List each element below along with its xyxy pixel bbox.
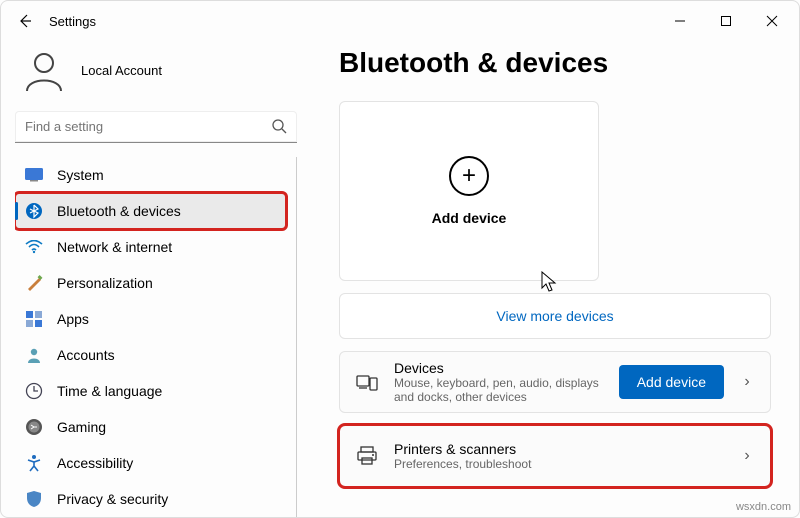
search-input[interactable]: [15, 111, 297, 143]
sidebar-item-apps[interactable]: Apps: [15, 301, 286, 337]
sidebar-item-accessibility[interactable]: Accessibility: [15, 445, 286, 481]
shield-icon: [25, 490, 43, 508]
back-button[interactable]: [5, 1, 45, 41]
printers-title: Printers & scanners: [394, 441, 724, 457]
system-icon: [25, 166, 43, 184]
search-icon: [271, 118, 287, 134]
avatar-icon: [21, 47, 67, 93]
search-box[interactable]: [15, 111, 297, 143]
view-more-devices-button[interactable]: View more devices: [339, 293, 771, 339]
maximize-icon: [720, 15, 732, 27]
close-icon: [766, 15, 778, 27]
sidebar-item-network[interactable]: Network & internet: [15, 229, 286, 265]
sidebar-item-label: Apps: [57, 311, 89, 327]
sidebar-item-accounts[interactable]: Accounts: [15, 337, 286, 373]
sidebar-item-label: Bluetooth & devices: [57, 203, 181, 219]
devices-icon: [356, 371, 378, 393]
sidebar-item-label: Gaming: [57, 419, 106, 435]
sidebar-item-label: Time & language: [57, 383, 162, 399]
devices-text: Devices Mouse, keyboard, pen, audio, dis…: [394, 360, 603, 404]
person-icon: [25, 346, 43, 364]
printers-text: Printers & scanners Preferences, trouble…: [394, 441, 724, 471]
printers-subtitle: Preferences, troubleshoot: [394, 457, 724, 471]
sidebar-item-label: Personalization: [57, 275, 153, 291]
sidebar: Local Account System Bluetooth & devices…: [1, 41, 311, 517]
titlebar: Settings: [1, 1, 799, 41]
bluetooth-icon: [25, 202, 43, 220]
minimize-icon: [674, 15, 686, 27]
clock-globe-icon: [25, 382, 43, 400]
window-controls: [657, 1, 795, 41]
wifi-icon: [25, 238, 43, 256]
main-panel: Bluetooth & devices + Add device View mo…: [311, 41, 799, 517]
sidebar-item-gaming[interactable]: Gaming: [15, 409, 286, 445]
brush-icon: [25, 274, 43, 292]
sidebar-item-label: Accounts: [57, 347, 115, 363]
apps-icon: [25, 310, 43, 328]
devices-title: Devices: [394, 360, 603, 376]
printers-scanners-row[interactable]: Printers & scanners Preferences, trouble…: [339, 425, 771, 487]
chevron-right-icon: ›: [740, 447, 754, 465]
sidebar-item-label: Network & internet: [57, 239, 172, 255]
close-button[interactable]: [749, 1, 795, 41]
maximize-button[interactable]: [703, 1, 749, 41]
add-device-button[interactable]: Add device: [619, 365, 724, 399]
sidebar-item-label: System: [57, 167, 104, 183]
accessibility-icon: [25, 454, 43, 472]
window-title: Settings: [49, 14, 96, 29]
account-name: Local Account: [81, 63, 162, 78]
devices-row[interactable]: Devices Mouse, keyboard, pen, audio, dis…: [339, 351, 771, 413]
nav-list: System Bluetooth & devices Network & int…: [15, 157, 297, 517]
account-block[interactable]: Local Account: [15, 41, 297, 111]
sidebar-item-time-language[interactable]: Time & language: [15, 373, 286, 409]
arrow-left-icon: [17, 13, 33, 29]
devices-subtitle: Mouse, keyboard, pen, audio, displays an…: [394, 376, 603, 404]
sidebar-item-privacy-security[interactable]: Privacy & security: [15, 481, 286, 517]
chevron-right-icon: ›: [740, 373, 754, 391]
sidebar-item-label: Privacy & security: [57, 491, 168, 507]
page-title: Bluetooth & devices: [339, 47, 771, 79]
add-device-card[interactable]: + Add device: [339, 101, 599, 281]
watermark: wsxdn.com: [736, 501, 791, 513]
printer-icon: [356, 445, 378, 467]
minimize-button[interactable]: [657, 1, 703, 41]
sidebar-item-bluetooth-devices[interactable]: Bluetooth & devices: [15, 193, 286, 229]
gaming-icon: [25, 418, 43, 436]
sidebar-item-label: Accessibility: [57, 455, 133, 471]
add-device-label: Add device: [432, 210, 507, 226]
sidebar-item-personalization[interactable]: Personalization: [15, 265, 286, 301]
plus-icon: +: [449, 156, 489, 196]
sidebar-item-system[interactable]: System: [15, 157, 286, 193]
